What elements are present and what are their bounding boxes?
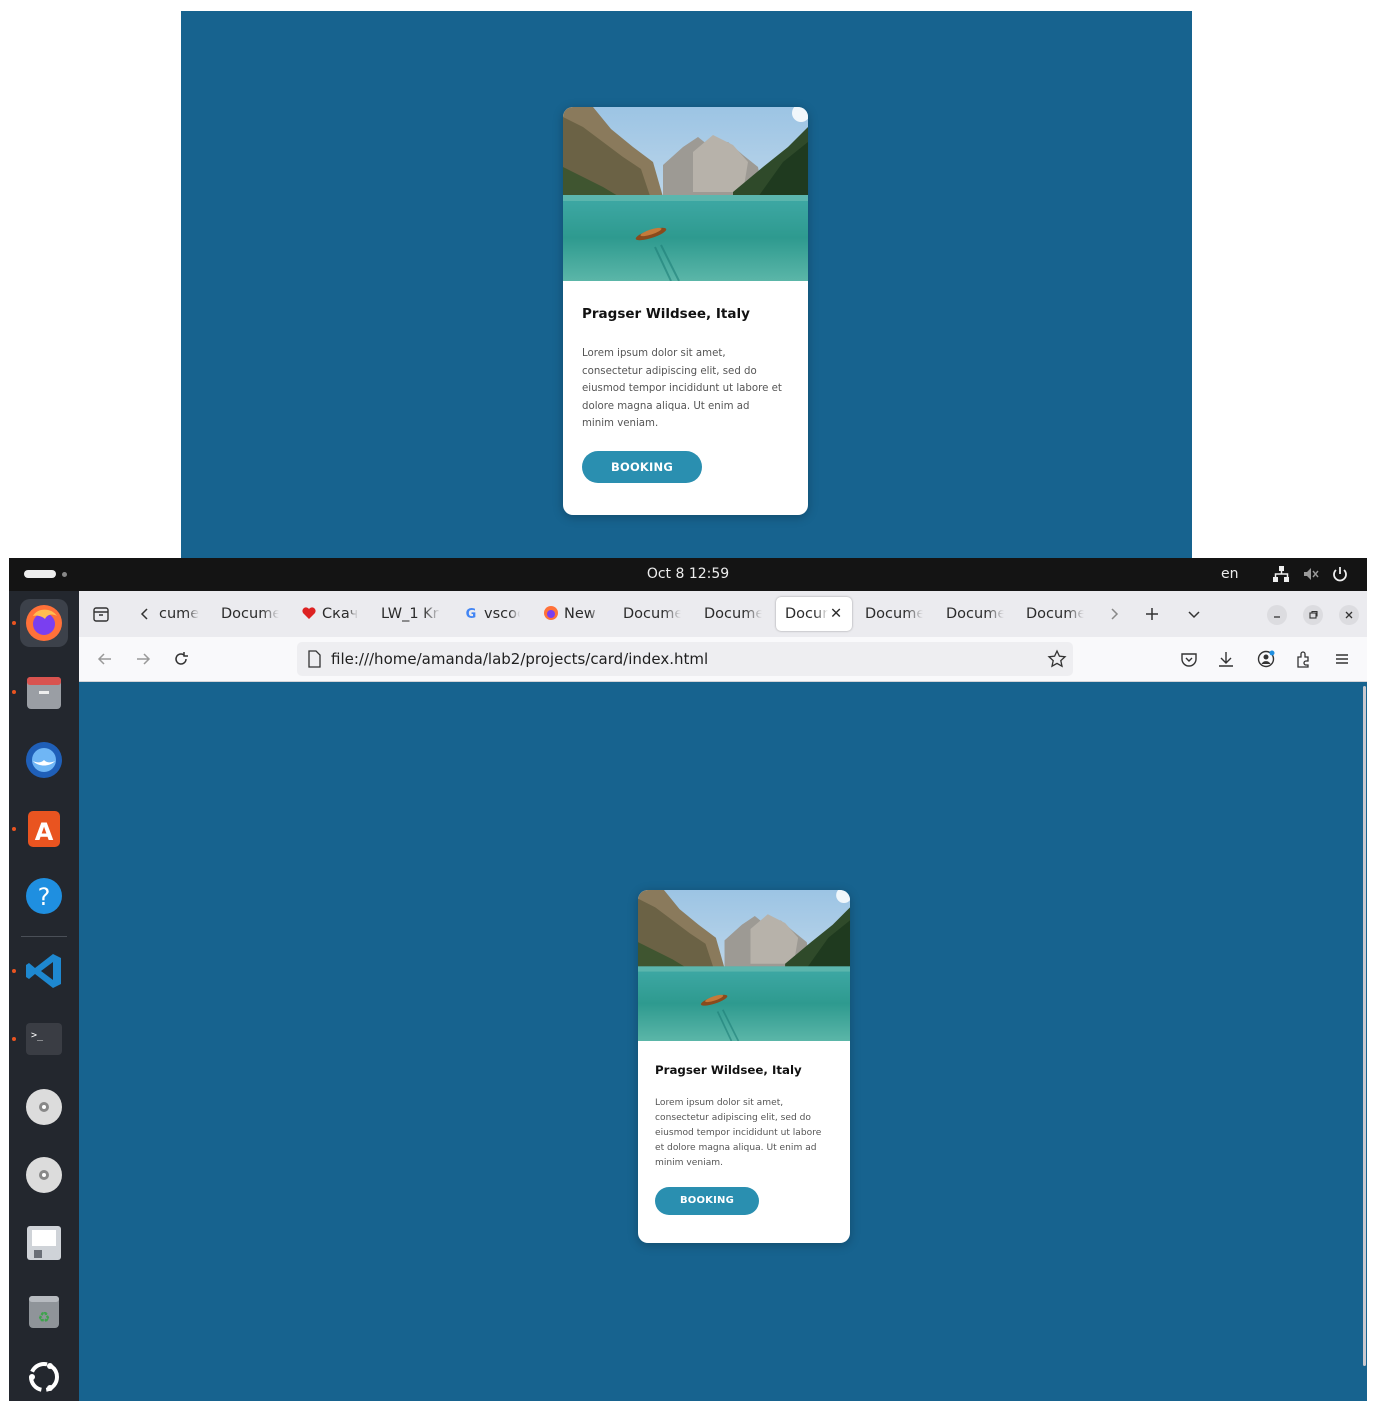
tab-item[interactable]: Gvscoc — [463, 597, 525, 631]
thunderbird-icon[interactable] — [20, 736, 68, 784]
heart-icon — [301, 600, 317, 619]
app-center-icon[interactable]: A — [20, 804, 68, 852]
back-icon[interactable] — [95, 649, 115, 669]
list-all-tabs-icon[interactable] — [1184, 604, 1204, 624]
disc-icon[interactable] — [20, 1151, 68, 1199]
tab-item[interactable]: Docume — [946, 597, 1008, 631]
page-icon — [306, 650, 322, 672]
network-icon[interactable] — [1272, 565, 1290, 583]
tab-item[interactable]: New — [543, 597, 605, 631]
menu-icon[interactable] — [1332, 649, 1352, 669]
tab-item[interactable]: Docume — [865, 597, 927, 631]
running-indicator — [12, 690, 16, 694]
svg-text:♻: ♻ — [38, 1310, 51, 1326]
reload-icon[interactable] — [171, 649, 191, 669]
url-text: file:///home/amanda/lab2/projects/card/i… — [331, 650, 709, 668]
files-icon[interactable] — [20, 668, 68, 716]
tab-label: Docume — [623, 606, 681, 622]
firefox-window: cume Docume Скач LW_1 Kr Gvscoc New Docu… — [79, 591, 1367, 1401]
tab-item[interactable]: Docume — [623, 597, 685, 631]
forward-icon[interactable] — [133, 649, 153, 669]
minimize-icon[interactable] — [1267, 605, 1287, 625]
language-indicator[interactable]: en — [1221, 566, 1239, 582]
clock[interactable]: Oct 8 12:59 — [9, 566, 1367, 582]
card-photo — [563, 107, 808, 281]
svg-text:>_: >_ — [31, 1030, 44, 1041]
tab-label: Docume — [865, 606, 923, 622]
card-description: Lorem ipsum dolor sit amet, consectetur … — [582, 348, 782, 429]
running-indicator — [12, 1037, 16, 1041]
card-photo — [638, 890, 850, 1041]
tab-item[interactable]: LW_1 Kr — [381, 597, 443, 631]
extensions-icon[interactable] — [1294, 649, 1314, 669]
tab-label: New — [564, 606, 596, 622]
tab-label: cume — [159, 606, 199, 622]
power-icon[interactable] — [1331, 565, 1349, 583]
scroll-tabs-right-icon[interactable] — [1104, 604, 1124, 624]
trash-icon[interactable]: ♻ — [20, 1287, 68, 1335]
volume-muted-icon[interactable] — [1302, 565, 1320, 583]
system-top-bar: Oct 8 12:59 en — [9, 558, 1367, 591]
help-icon[interactable]: ? — [20, 872, 68, 920]
url-bar[interactable]: file:///home/amanda/lab2/projects/card/i… — [297, 642, 1073, 676]
desktop: Oct 8 12:59 en A ? >_ ♻ cume Docume Скач… — [9, 558, 1367, 1401]
svg-text:G: G — [466, 607, 477, 621]
terminal-icon[interactable]: >_ — [20, 1015, 68, 1063]
drive-icon[interactable] — [20, 1219, 68, 1267]
tab-item[interactable]: cume — [159, 597, 203, 631]
svg-text:A: A — [35, 818, 54, 846]
svg-text:?: ? — [38, 883, 51, 911]
booking-button[interactable]: BOOKING — [655, 1187, 759, 1215]
tab-label: Docur — [785, 606, 829, 622]
tab-label: Скач — [322, 606, 358, 622]
firefox-tab-icon — [543, 600, 559, 620]
tab-label: vscoc — [484, 606, 520, 622]
destination-card: Pragser Wildsee, Italy Lorem ipsum dolor… — [638, 890, 850, 1243]
scroll-tabs-left-icon[interactable] — [135, 604, 155, 624]
card-title: Pragser Wildsee, Italy — [655, 1063, 802, 1077]
close-window-icon[interactable] — [1339, 605, 1359, 625]
tab-bar: cume Docume Скач LW_1 Kr Gvscoc New Docu… — [79, 591, 1367, 637]
tab-item[interactable]: Docume — [1026, 597, 1088, 631]
firefox-icon[interactable] — [20, 599, 68, 647]
restore-icon[interactable] — [1303, 605, 1323, 625]
account-icon[interactable] — [1256, 649, 1276, 669]
page-preview: Pragser Wildsee, Italy Lorem ipsum dolor… — [181, 11, 1192, 558]
booking-button[interactable]: BOOKING — [582, 451, 702, 483]
tab-label: Docume — [946, 606, 1004, 622]
close-tab-icon[interactable]: ✕ — [830, 597, 842, 631]
navigation-toolbar: file:///home/amanda/lab2/projects/card/i… — [79, 637, 1367, 682]
dock: A ? >_ ♻ — [9, 591, 79, 1401]
running-indicator — [12, 621, 16, 625]
ubuntu-apps-icon[interactable] — [20, 1353, 68, 1401]
vscode-icon[interactable] — [20, 947, 68, 995]
card-title: Pragser Wildsee, Italy — [582, 306, 750, 322]
running-indicator — [12, 969, 16, 973]
bookmark-star-icon[interactable] — [1047, 649, 1067, 673]
tab-item[interactable]: Скач — [301, 597, 365, 631]
dock-separator — [21, 936, 67, 937]
pocket-icon[interactable] — [1179, 649, 1199, 669]
google-icon: G — [463, 600, 479, 622]
destination-card: Pragser Wildsee, Italy Lorem ipsum dolor… — [563, 107, 808, 515]
tab-item[interactable]: Docume — [221, 597, 283, 631]
tab-label: Docume — [221, 606, 279, 622]
new-tab-icon[interactable] — [1142, 604, 1162, 624]
tab-label: LW_1 Kr — [381, 606, 439, 622]
tab-label: Docume — [1026, 606, 1084, 622]
tab-item[interactable]: Docume — [704, 597, 766, 631]
vertical-scrollbar[interactable] — [1363, 686, 1366, 1366]
disc-icon[interactable] — [20, 1083, 68, 1131]
downloads-icon[interactable] — [1216, 649, 1236, 669]
running-indicator — [12, 827, 16, 831]
tab-item-active[interactable]: Docur ✕ — [776, 597, 852, 631]
tab-overview-icon[interactable] — [91, 604, 111, 624]
tab-label: Docume — [704, 606, 762, 622]
card-description: Lorem ipsum dolor sit amet, consectetur … — [655, 1098, 822, 1168]
